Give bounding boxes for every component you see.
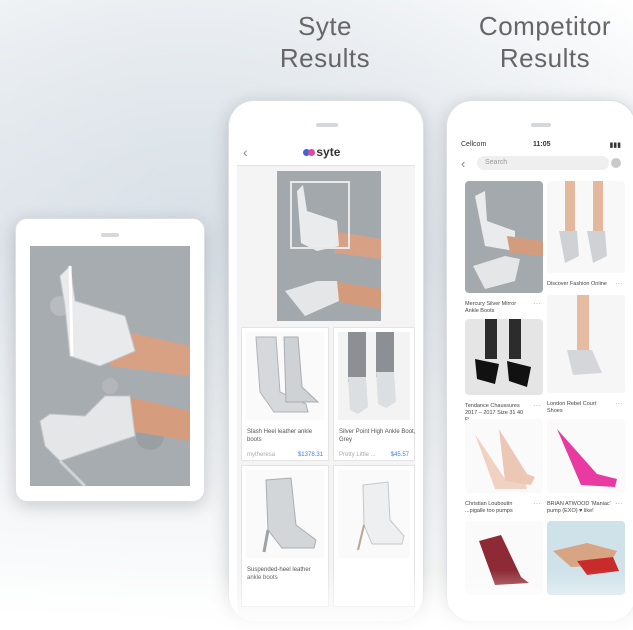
more-icon[interactable]: ··· <box>533 401 541 410</box>
pin-image <box>465 319 543 395</box>
syte-app-bar: ‹ syte <box>237 141 415 166</box>
pin-image <box>547 181 625 273</box>
pin-caption: Christian Louboutin ...pigalle too pumps <box>465 501 513 514</box>
search-input[interactable]: Search <box>477 156 609 170</box>
result-image <box>246 470 324 558</box>
query-image <box>30 246 190 486</box>
pin-item[interactable]: BRIAN ATWOOD 'Maniac' pump (EXO) ♥ like!… <box>547 419 625 515</box>
heading-line: Competitor <box>478 11 612 41</box>
syte-results-heading: Syte Results <box>255 10 395 74</box>
result-image <box>338 470 410 558</box>
more-icon[interactable]: ··· <box>615 279 623 288</box>
syte-phone: ‹ syte Slash Heel leather ankle boots my… <box>228 100 424 621</box>
result-title: Slash Heel leather ankle boots <box>247 429 313 443</box>
back-chevron-icon[interactable]: ‹ <box>461 156 465 171</box>
battery-icon: ▮▮▮ <box>609 142 621 149</box>
pin-item[interactable]: Discover Fashion Online ··· <box>547 181 625 288</box>
pin-item[interactable] <box>465 521 543 600</box>
result-card[interactable] <box>333 465 415 607</box>
result-card[interactable]: Suspended-heel leather ankle boots <box>241 465 329 607</box>
pin-item[interactable] <box>547 521 625 600</box>
pin-image <box>547 295 625 393</box>
clock: 11:05 <box>533 141 551 148</box>
phone-speaker <box>316 123 338 127</box>
pin-caption: Discover Fashion Online <box>547 281 607 287</box>
pin-caption: BRIAN ATWOOD 'Maniac' pump (EXO) ♥ like! <box>547 501 611 514</box>
back-chevron-icon[interactable]: ‹ <box>243 144 248 160</box>
result-title: Suspended-heel leather ankle boots <box>247 567 311 581</box>
result-title: Silver Point High Ankle Boot, Grey <box>339 429 415 443</box>
competitor-screen: Cellcom 11:05 ▮▮▮ ‹ Search Mercury Silve… <box>455 139 627 609</box>
selection-crop-box[interactable] <box>290 181 350 249</box>
silver-boots-photo <box>30 246 190 486</box>
more-icon[interactable]: ··· <box>615 399 623 408</box>
pin-image <box>465 521 543 595</box>
syte-logo: syte <box>303 145 340 159</box>
result-price: $45.57 <box>390 452 409 458</box>
result-merchant: mytheresa <box>247 452 276 458</box>
pin-image <box>465 181 543 293</box>
more-icon[interactable]: ··· <box>615 499 623 508</box>
status-bar: Cellcom 11:05 ▮▮▮ <box>455 139 627 151</box>
search-row: ‹ Search <box>455 153 627 175</box>
carrier-label: Cellcom <box>461 141 487 148</box>
phone-speaker <box>531 123 551 127</box>
pin-caption: London Rebel Court Shoes <box>547 401 597 414</box>
competitor-results-heading: Competitor Results <box>455 10 633 74</box>
heading-line: Results <box>279 43 371 73</box>
result-merchant: Pretty Little ... <box>339 452 376 458</box>
logo-dot-icon <box>308 149 315 157</box>
brand-label: syte <box>316 145 341 159</box>
tablet-device <box>15 218 205 502</box>
pin-item[interactable]: Christian Louboutin ...pigalle too pumps… <box>465 419 543 515</box>
pin-item[interactable]: Mercury Silver Mirror Ankle Boots ··· <box>465 181 543 315</box>
result-image <box>338 332 410 420</box>
pin-item[interactable]: London Rebel Court Shoes ··· <box>547 295 625 415</box>
tablet-speaker <box>101 233 119 237</box>
result-image <box>246 332 324 420</box>
syte-screen: ‹ syte Slash Heel leather ankle boots my… <box>237 141 415 621</box>
heading-line: Results <box>499 43 591 73</box>
more-icon[interactable]: ··· <box>533 499 541 508</box>
pin-caption: Mercury Silver Mirror Ankle Boots <box>465 301 517 314</box>
result-card[interactable]: Slash Heel leather ankle boots mytheresa… <box>241 327 329 461</box>
result-card[interactable]: Silver Point High Ankle Boot, Grey Prett… <box>333 327 415 461</box>
heading-line: Syte <box>297 11 353 41</box>
pin-image <box>547 521 625 595</box>
pin-image <box>547 419 625 493</box>
competitor-phone: Cellcom 11:05 ▮▮▮ ‹ Search Mercury Silve… <box>446 100 633 622</box>
result-price: $1378.31 <box>297 452 323 458</box>
more-icon[interactable]: ··· <box>533 299 541 308</box>
pin-image <box>465 419 543 493</box>
pin-item[interactable]: Tendance Chaussures 2017 – 2017 Size 31 … <box>465 319 543 424</box>
camera-icon[interactable] <box>611 158 621 168</box>
